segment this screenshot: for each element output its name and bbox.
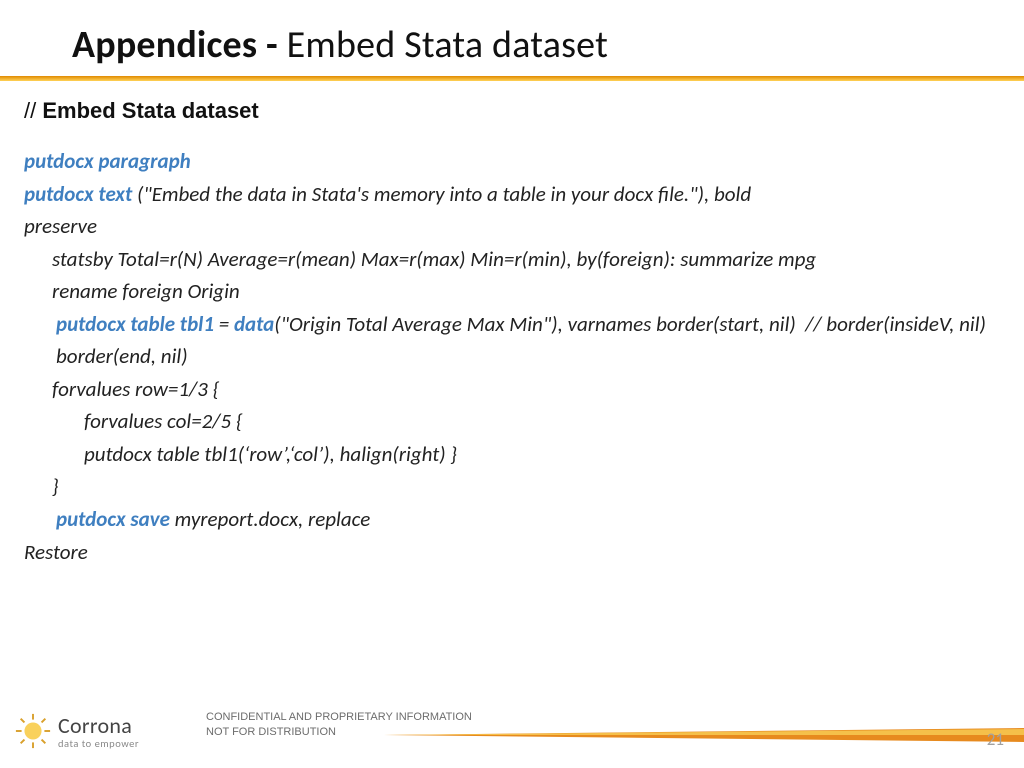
keyword: putdocx save	[56, 506, 175, 532]
brand-logo: Corrona data to empower	[14, 712, 139, 750]
brand-text: Corrona data to empower	[58, 712, 139, 750]
sun-icon	[14, 712, 52, 750]
slide-title: Appendices - Embed Stata dataset	[72, 22, 608, 68]
footer: Corrona data to empower CONFIDENTIAL AND…	[0, 698, 1024, 768]
code-line: putdocx table tbl1(‘row’,‘col’), halign(…	[24, 438, 1000, 471]
title-divider	[0, 76, 1024, 81]
code-line: putdocx save myreport.docx, replace	[24, 503, 1000, 536]
title-bold: Appendices -	[72, 22, 287, 68]
code-block: putdocx paragraph putdocx text ("Embed t…	[24, 145, 1000, 568]
code-line: Restore	[24, 536, 1000, 569]
code-text: =	[219, 311, 234, 337]
section-prefix: //	[24, 98, 42, 123]
brand-name: Corrona	[58, 712, 139, 739]
code-text: myreport.docx, replace	[175, 506, 371, 532]
keyword: putdocx paragraph	[24, 148, 191, 174]
code-line: preserve	[24, 210, 1000, 243]
page-number: 21	[987, 729, 1004, 750]
code-line: putdocx text ("Embed the data in Stata's…	[24, 178, 1000, 211]
slide: Appendices - Embed Stata dataset // Embe…	[0, 0, 1024, 768]
keyword: putdocx table tbl1	[56, 311, 219, 337]
code-line: putdocx paragraph	[24, 145, 1000, 178]
code-line: }	[24, 470, 1000, 503]
code-line: rename foreign Origin	[24, 275, 1000, 308]
brand-tagline: data to empower	[58, 737, 139, 750]
footer-wedge	[384, 728, 1024, 740]
code-text: ("Embed the data in Stata's memory into …	[137, 181, 751, 207]
legal-line: CONFIDENTIAL AND PROPRIETARY INFORMATION	[206, 710, 472, 725]
code-line: putdocx table tbl1 = data("Origin Total …	[24, 308, 1000, 373]
title-rest: Embed Stata dataset	[287, 22, 608, 68]
keyword: putdocx text	[24, 181, 137, 207]
section-header: // Embed Stata dataset	[24, 98, 259, 124]
keyword: data	[234, 311, 274, 337]
section-main: Embed Stata dataset	[42, 98, 258, 123]
code-line: forvalues row=1/3 {	[24, 373, 1000, 406]
code-line: statsby Total=r(N) Average=r(mean) Max=r…	[24, 243, 1000, 276]
code-line: forvalues col=2/5 {	[24, 405, 1000, 438]
